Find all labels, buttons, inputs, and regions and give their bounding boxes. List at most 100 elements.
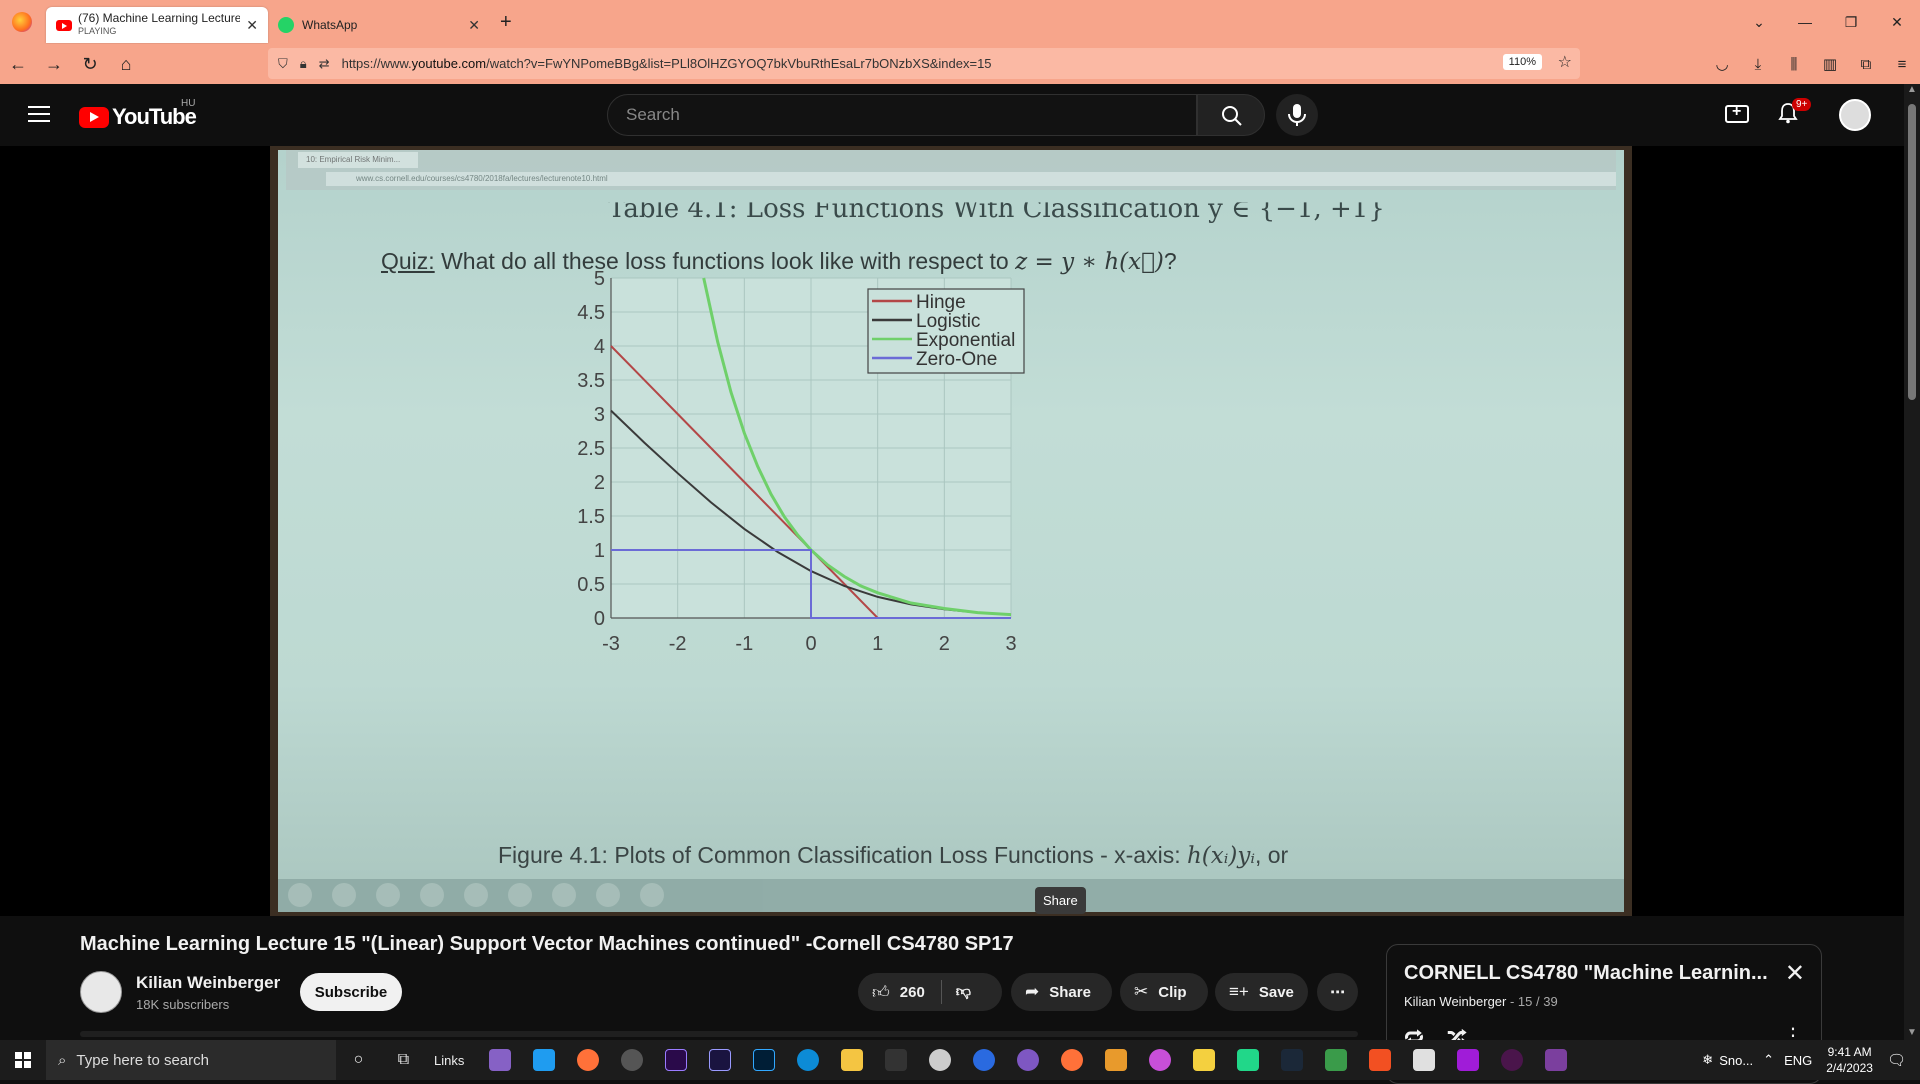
app-icon[interactable] — [1369, 1049, 1392, 1071]
tab-youtube[interactable]: (76) Machine Learning Lecture PLAYING ✕ — [46, 7, 268, 43]
search-button[interactable] — [1197, 94, 1265, 136]
account-avatar[interactable] — [1839, 99, 1871, 131]
permissions-icon[interactable]: ⇄ — [319, 56, 330, 72]
reload-icon[interactable]: ↻ — [72, 54, 108, 75]
clip-button[interactable]: ✂ Clip — [1120, 973, 1208, 1011]
forward-icon[interactable]: → — [36, 54, 72, 75]
home-icon[interactable]: ⌂ — [108, 54, 144, 75]
app-icon[interactable] — [973, 1049, 996, 1071]
channel-name[interactable]: Kilian Weinberger — [136, 973, 280, 993]
firefox-active-icon[interactable] — [1061, 1049, 1084, 1071]
list-all-tabs-icon[interactable]: ⌄ — [1736, 14, 1782, 31]
close-playlist-icon[interactable]: ✕ — [1785, 959, 1805, 988]
video-player[interactable]: 10: Empirical Risk Minim... www.cs.corne… — [0, 146, 1904, 916]
start-button[interactable] — [0, 1040, 46, 1080]
hamburger-menu-icon[interactable] — [28, 106, 50, 122]
app-icon[interactable] — [1545, 1049, 1568, 1071]
page-scrollbar[interactable]: ▲ ▼ — [1904, 84, 1920, 1040]
language-indicator[interactable]: ENG — [1784, 1053, 1812, 1068]
taskbar-search[interactable]: ⌕ Type here to search — [46, 1040, 336, 1080]
like-count[interactable]: 260 — [900, 984, 925, 1001]
search-icon — [1222, 106, 1242, 126]
steam-icon[interactable] — [1281, 1049, 1304, 1071]
snowflake-icon[interactable]: ❄ — [1702, 1052, 1713, 1068]
voice-search-button[interactable] — [1276, 94, 1318, 136]
discord-icon[interactable] — [1017, 1049, 1040, 1071]
scrollbar-thumb[interactable] — [1908, 104, 1916, 400]
close-tab-icon[interactable]: ✕ — [246, 17, 258, 34]
sidebar-icon[interactable]: ▥ — [1812, 55, 1848, 73]
minimize-icon[interactable]: — — [1782, 14, 1828, 30]
description-box-edge — [80, 1031, 1358, 1037]
system-tray: ❄ Sno... ⌃ ENG 9:41 AM 2/4/2023 🗨︎ — [1696, 1040, 1920, 1080]
tray-app-label[interactable]: Sno... — [1719, 1053, 1753, 1068]
app-menu-icon[interactable]: ≡ — [1884, 56, 1920, 73]
restore-icon[interactable]: ❐ — [1828, 14, 1874, 31]
task-view-icon[interactable]: ⧉ — [381, 1051, 426, 1069]
vscode-icon[interactable] — [533, 1049, 556, 1071]
downloads-icon[interactable]: ⤓ — [1740, 56, 1776, 73]
zoom-level-badge[interactable]: 110% — [1502, 54, 1542, 70]
pycharm-icon[interactable] — [1237, 1049, 1260, 1071]
create-video-icon[interactable] — [1725, 103, 1749, 123]
intellij-icon[interactable] — [1457, 1049, 1480, 1071]
links-toolbar[interactable]: Links — [434, 1053, 464, 1068]
app-icon[interactable] — [1105, 1049, 1128, 1071]
scroll-down-icon[interactable]: ▼ — [1907, 1027, 1917, 1038]
tab-whatsapp[interactable]: WhatsApp ✕ — [268, 7, 490, 43]
shield-icon[interactable]: ⛉ — [278, 56, 288, 72]
app-icon[interactable] — [1149, 1049, 1172, 1071]
scroll-up-icon[interactable]: ▲ — [1907, 84, 1917, 95]
visual-studio-icon[interactable] — [489, 1049, 512, 1071]
y-tick-label: 1 — [594, 540, 605, 562]
obs-icon[interactable] — [621, 1049, 644, 1071]
more-actions-button[interactable]: ⋯ — [1317, 973, 1358, 1011]
close-window-icon[interactable]: ✕ — [1874, 14, 1920, 31]
cortana-icon[interactable]: ○ — [336, 1051, 381, 1069]
after-effects-icon[interactable] — [709, 1049, 732, 1071]
figure-caption: Figure 4.1: Plots of Common Classificati… — [498, 842, 1289, 869]
playlist-position: - 15 / 39 — [1506, 994, 1558, 1009]
library-icon[interactable]: ⫼ — [1776, 56, 1812, 73]
file-explorer-icon[interactable] — [841, 1049, 864, 1071]
save-button[interactable]: ≡+ Save — [1215, 973, 1308, 1011]
photoshop-icon[interactable] — [753, 1049, 776, 1071]
premiere-icon[interactable] — [665, 1049, 688, 1071]
bookmark-star-icon[interactable]: ☆ — [1558, 52, 1572, 72]
address-bar[interactable]: ⛉ 🔒︎ ⇄ https://www.youtube.com/watch?v=F… — [268, 48, 1580, 79]
new-tab-icon[interactable]: + — [500, 11, 512, 34]
playlist-owner[interactable]: Kilian Weinberger — [1404, 994, 1506, 1009]
share-button[interactable]: ➦ Share — [1011, 973, 1112, 1011]
clock[interactable]: 9:41 AM 2/4/2023 — [1826, 1044, 1873, 1076]
notification-center-icon[interactable]: 🗨︎ — [1887, 1051, 1906, 1069]
thumbs-down-icon[interactable]: 👎︎ — [956, 983, 971, 1001]
channel-avatar[interactable] — [80, 971, 122, 1013]
edge-icon[interactable] — [797, 1049, 820, 1071]
share-arrow-icon: ➦ — [1025, 982, 1040, 1001]
lock-icon[interactable]: 🔒︎ — [300, 56, 307, 72]
app-icon[interactable] — [1193, 1049, 1216, 1071]
thumbs-up-icon[interactable]: 👍︎ — [872, 982, 890, 1003]
slack-icon[interactable] — [1501, 1049, 1524, 1071]
app-icon[interactable] — [929, 1049, 952, 1071]
game-controller-icon[interactable] — [885, 1049, 908, 1071]
close-tab-icon[interactable]: ✕ — [468, 17, 480, 34]
x-tick-label: -2 — [669, 633, 687, 655]
chevron-up-icon[interactable]: ⌃ — [1763, 1052, 1774, 1068]
firefox-menu-icon[interactable] — [12, 12, 32, 32]
app-icon[interactable] — [1325, 1049, 1348, 1071]
app-icon[interactable] — [1413, 1049, 1436, 1071]
search-input[interactable] — [608, 95, 1196, 135]
url-text[interactable]: https://www.youtube.com/watch?v=FwYNPome… — [342, 56, 992, 71]
windows-logo-icon — [15, 1052, 31, 1068]
firefox-icon[interactable] — [577, 1049, 600, 1071]
subscribe-button[interactable]: Subscribe — [300, 973, 402, 1011]
youtube-logo[interactable]: YouTube HU — [79, 98, 197, 130]
pocket-icon[interactable]: ◡ — [1704, 55, 1740, 73]
playlist-title[interactable]: CORNELL CS4780 "Machine Learnin... — [1404, 962, 1768, 985]
extensions-icon[interactable]: ⧉ — [1848, 56, 1884, 73]
lecture-slide: 10: Empirical Risk Minim... www.cs.corne… — [278, 150, 1624, 912]
tab-playing-label: PLAYING — [78, 26, 117, 36]
tab-title: (76) Machine Learning Lecture — [78, 12, 241, 25]
back-icon[interactable]: ← — [0, 54, 36, 75]
